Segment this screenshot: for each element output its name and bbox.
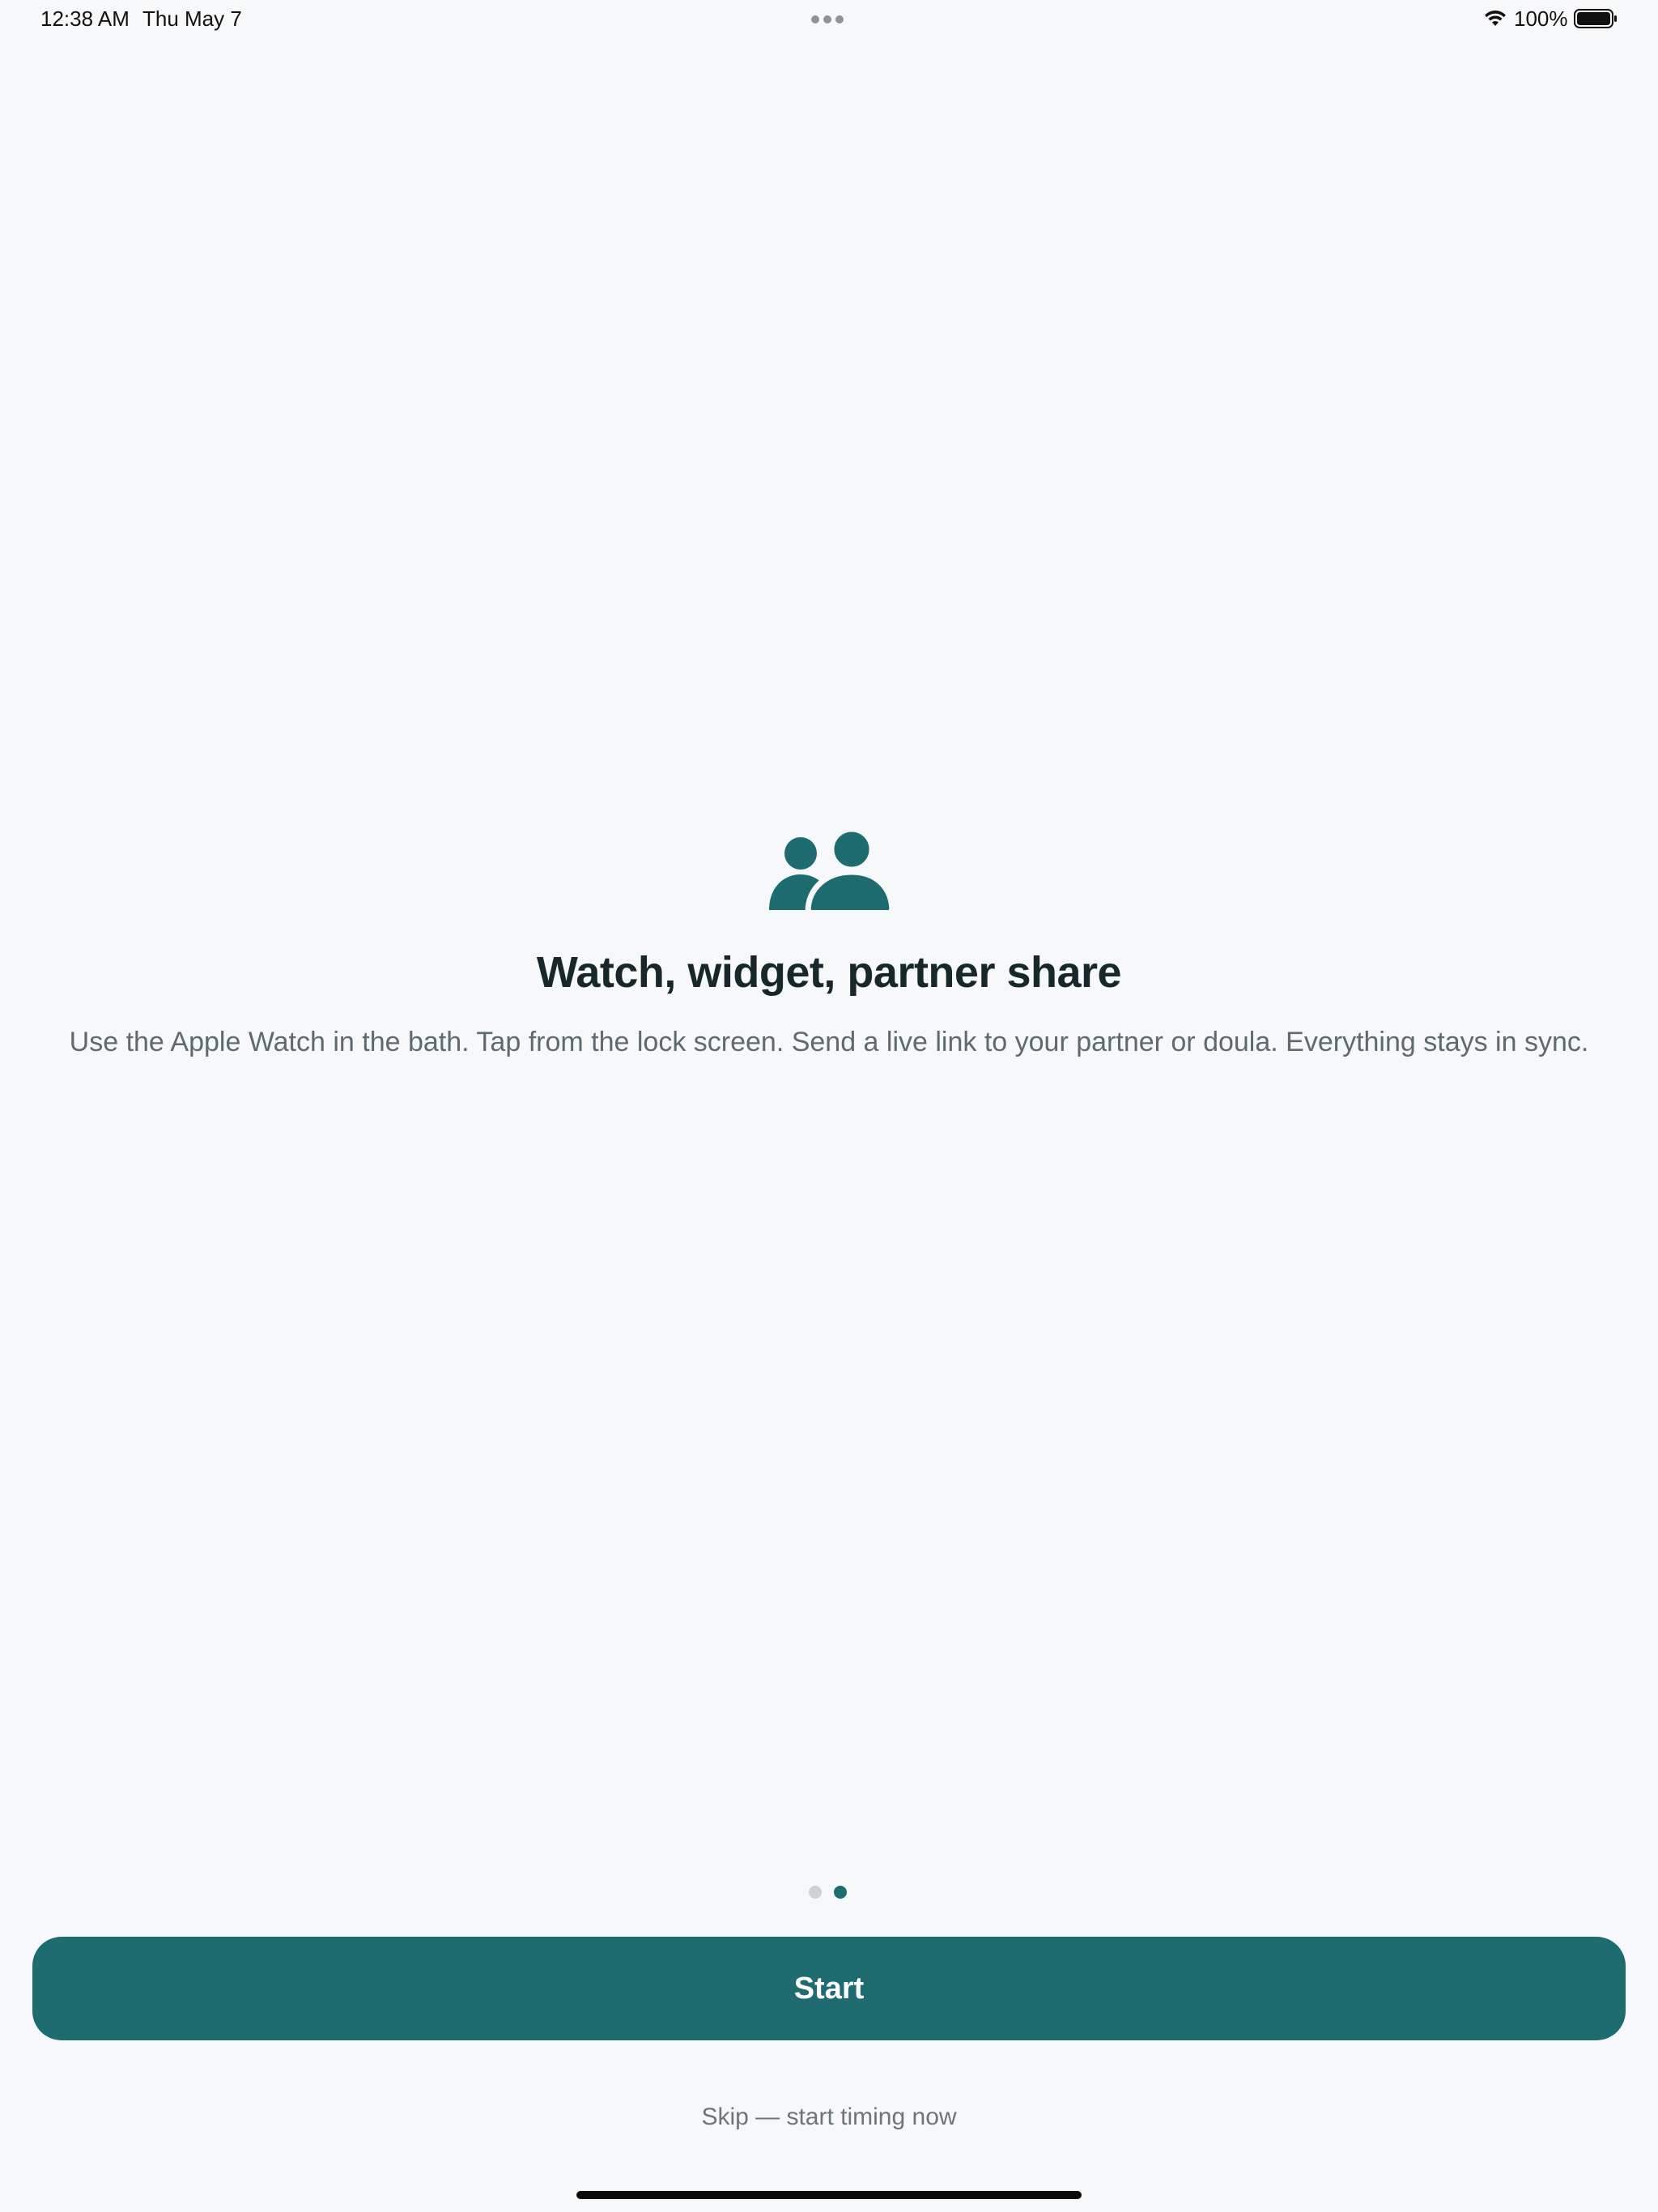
- page-dot[interactable]: [834, 1886, 847, 1899]
- onboarding-subtitle: Use the Apple Watch in the bath. Tap fro…: [69, 1027, 1589, 1057]
- multitask-dots-icon[interactable]: [811, 15, 844, 23]
- wifi-icon: [1485, 11, 1506, 26]
- multitask-dot: [823, 15, 831, 23]
- onboarding-headline: Watch, widget, partner share: [536, 948, 1122, 997]
- battery-icon: [1574, 9, 1617, 28]
- start-button[interactable]: Start: [32, 1937, 1626, 2040]
- page-indicator[interactable]: [809, 1886, 847, 1899]
- battery-percent: 100%: [1514, 6, 1568, 31]
- people-icon: [769, 827, 892, 912]
- status-bar: 12:38 AM Thu May 7 100%: [0, 0, 1658, 39]
- skip-link[interactable]: Skip — start timing now: [0, 2104, 1658, 2131]
- page-dot[interactable]: [809, 1886, 822, 1899]
- status-date: Thu May 7: [142, 6, 242, 31]
- status-time: 12:38 AM: [40, 6, 130, 31]
- multitask-dot: [811, 15, 819, 23]
- multitask-dot: [835, 15, 844, 23]
- home-indicator[interactable]: [576, 2191, 1082, 2199]
